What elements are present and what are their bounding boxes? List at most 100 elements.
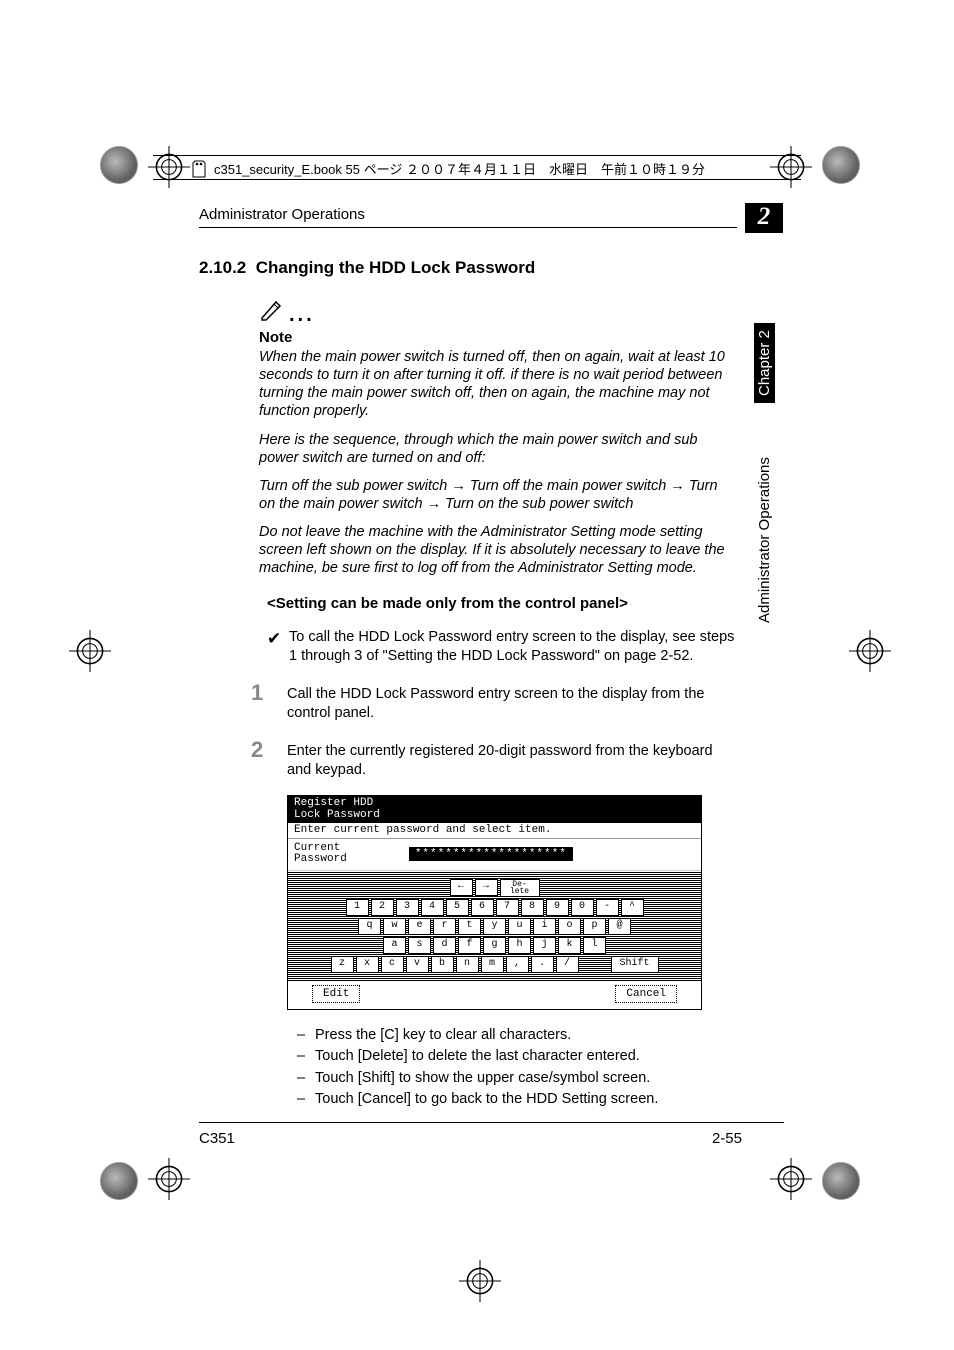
key[interactable]: i — [533, 918, 556, 935]
key[interactable]: m — [481, 956, 504, 973]
panel-instruction: Enter current password and select item. — [288, 823, 701, 839]
kbd-row-4: z x c v b n m , . / Shift — [288, 956, 701, 973]
key[interactable]: 8 — [521, 899, 544, 916]
key[interactable]: x — [356, 956, 379, 973]
key[interactable]: c — [381, 956, 404, 973]
register-mark — [459, 1260, 501, 1302]
key[interactable]: j — [533, 937, 556, 954]
key[interactable]: u — [508, 918, 531, 935]
dash-icon: – — [287, 1026, 315, 1046]
hint-item: –Press the [C] key to clear all characte… — [287, 1026, 737, 1046]
key[interactable]: 3 — [396, 899, 419, 916]
key[interactable]: r — [433, 918, 456, 935]
kbd-row-2: q w e r t y u i o p @ — [288, 918, 701, 935]
note-p1: When the main power switch is turned off… — [259, 348, 737, 421]
register-mark — [849, 630, 891, 672]
key[interactable]: g — [483, 937, 506, 954]
key-delete[interactable]: De- lete — [500, 879, 540, 897]
key-left[interactable]: ← — [450, 879, 473, 896]
note-body: When the main power switch is turned off… — [259, 348, 737, 577]
key[interactable]: o — [558, 918, 581, 935]
cancel-button[interactable]: Cancel — [615, 985, 677, 1003]
arrow-right-icon: → — [427, 496, 442, 512]
prereq-text: To call the HDD Lock Password entry scre… — [289, 628, 737, 666]
key[interactable]: 2 — [371, 899, 394, 916]
page: c351_security_E.book 55 ページ ２００７年４月１１日 水… — [0, 0, 954, 1350]
kbd-row-1: 1 2 3 4 5 6 7 8 9 0 - ^ — [288, 899, 701, 916]
rule — [153, 155, 801, 156]
section-number: 2.10.2 — [199, 258, 246, 277]
setting-subhead: <Setting can be made only from the contr… — [267, 595, 737, 612]
key[interactable]: , — [506, 956, 529, 973]
key[interactable]: t — [458, 918, 481, 935]
crop-dot — [822, 146, 860, 184]
key[interactable]: e — [408, 918, 431, 935]
file-meta: c351_security_E.book 55 ページ ２００７年４月１１日 水… — [190, 159, 794, 178]
key[interactable]: k — [558, 937, 581, 954]
key[interactable]: d — [433, 937, 456, 954]
key[interactable]: 5 — [446, 899, 469, 916]
current-password-value: ******************** — [409, 847, 573, 861]
dash-icon: – — [287, 1090, 315, 1110]
panel-title: Register HDD Lock Password — [288, 796, 701, 822]
key[interactable]: 1 — [346, 899, 369, 916]
section-name: Changing the HDD Lock Password — [256, 258, 536, 277]
hint-list: –Press the [C] key to clear all characte… — [287, 1026, 737, 1110]
key[interactable]: 4 — [421, 899, 444, 916]
note-label: Note — [259, 329, 737, 346]
key[interactable]: l — [583, 937, 606, 954]
panel-footer-buttons: Edit Cancel — [288, 981, 701, 1009]
hint-item: –Touch [Delete] to delete the last chara… — [287, 1047, 737, 1067]
edit-button[interactable]: Edit — [312, 985, 360, 1003]
dash-icon: – — [287, 1069, 315, 1089]
register-mark — [770, 1158, 812, 1200]
key[interactable]: q — [358, 918, 381, 935]
step-number: 2 — [251, 739, 287, 780]
key[interactable]: / — [556, 956, 579, 973]
step-2: 2 Enter the currently registered 20-digi… — [251, 739, 737, 780]
chapter-badge: 2 — [745, 203, 783, 233]
hint-item: –Touch [Shift] to show the upper case/sy… — [287, 1069, 737, 1089]
key[interactable]: h — [508, 937, 531, 954]
key[interactable]: 7 — [496, 899, 519, 916]
step-text: Call the HDD Lock Password entry screen … — [287, 682, 737, 723]
key-shift[interactable]: Shift — [611, 956, 659, 973]
kbd-row-3: a s d f g h j k l — [288, 937, 701, 954]
arrow-right-icon: → — [451, 478, 466, 494]
key[interactable]: 9 — [546, 899, 569, 916]
key[interactable]: n — [456, 956, 479, 973]
key[interactable]: y — [483, 918, 506, 935]
key[interactable]: z — [331, 956, 354, 973]
key[interactable]: - — [596, 899, 619, 916]
key[interactable]: s — [408, 937, 431, 954]
key[interactable]: . — [531, 956, 554, 973]
panel-screenshot: Register HDD Lock Password Enter current… — [287, 795, 702, 1009]
key[interactable]: 6 — [471, 899, 494, 916]
ellipsis-icon: ... — [289, 304, 315, 327]
check-icon: ✔ — [267, 628, 289, 666]
note-p4: Do not leave the machine with the Admini… — [259, 523, 737, 577]
key[interactable]: f — [458, 937, 481, 954]
key[interactable]: a — [383, 937, 406, 954]
key[interactable]: @ — [608, 918, 631, 935]
note-p3: Turn off the sub power switch → Turn off… — [259, 477, 737, 513]
key[interactable]: b — [431, 956, 454, 973]
key-right[interactable]: → — [475, 879, 498, 896]
current-password-row: Current Password ******************** — [288, 839, 701, 871]
arrow-right-icon: → — [670, 478, 685, 494]
key[interactable]: p — [583, 918, 606, 935]
key[interactable]: ^ — [621, 899, 644, 916]
soft-keyboard: ← → De- lete 1 2 3 4 5 6 7 8 9 0 - ^ — [288, 871, 701, 981]
current-password-label: Current Password — [294, 843, 347, 866]
side-chapter: Chapter 2 — [754, 323, 775, 403]
register-mark — [148, 1158, 190, 1200]
pen-icon — [259, 296, 285, 327]
register-mark — [148, 146, 190, 188]
side-tab: Chapter 2 Administrator Operations — [754, 323, 776, 623]
rule — [153, 179, 801, 180]
prereq-bullet: ✔ To call the HDD Lock Password entry sc… — [267, 628, 737, 666]
key[interactable]: v — [406, 956, 429, 973]
rule — [199, 227, 737, 228]
key[interactable]: 0 — [571, 899, 594, 916]
key[interactable]: w — [383, 918, 406, 935]
